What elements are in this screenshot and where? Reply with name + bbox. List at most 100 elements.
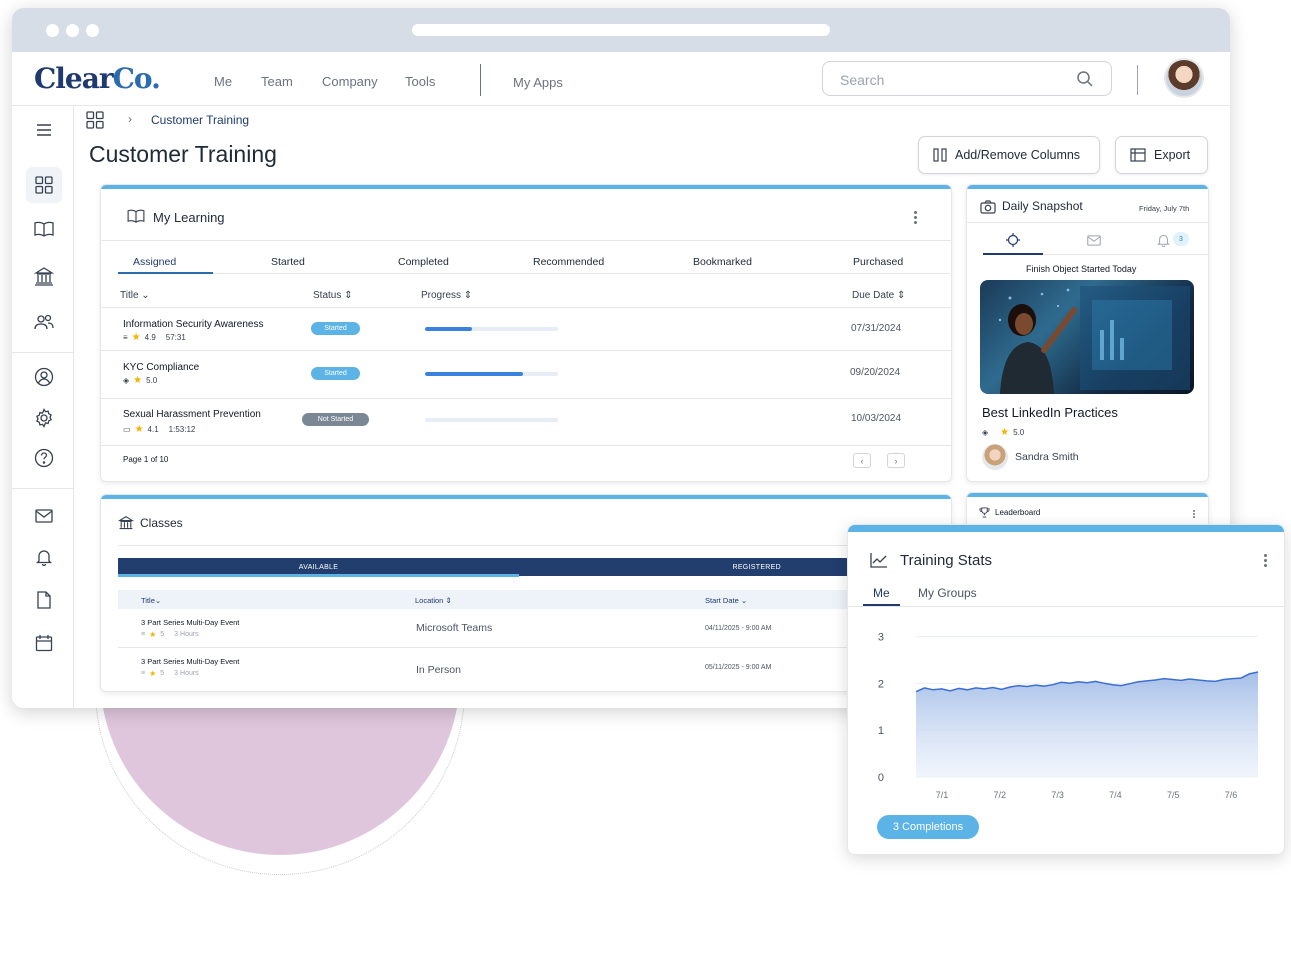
column-start-date[interactable]: Start Date ⌄: [705, 596, 747, 605]
course-title[interactable]: Information Security Awareness: [123, 319, 263, 330]
course-meta: ▭ ★ 4.1 1:53:12: [123, 424, 196, 435]
sidebar-divider: [12, 488, 74, 489]
mail-icon[interactable]: [32, 504, 56, 528]
target-icon[interactable]: [1003, 232, 1023, 248]
star-icon: ★: [133, 375, 143, 386]
user-avatar[interactable]: [1164, 58, 1204, 98]
tab-purchased[interactable]: Purchased: [853, 256, 903, 268]
course-meta: ≡ ★ 4.9 57:31: [123, 332, 186, 343]
logo[interactable]: ClearCo.: [34, 62, 161, 95]
class-meta: ≡ ★ 5 3 Hours: [141, 630, 199, 639]
tab-bookmarked[interactable]: Bookmarked: [693, 256, 752, 268]
nav-divider: [1137, 65, 1138, 95]
leaderboard-title: Leaderboard: [995, 508, 1041, 517]
tab-started[interactable]: Started: [271, 256, 305, 268]
column-location[interactable]: Location ⇕: [415, 596, 452, 605]
window-dot: [86, 24, 99, 37]
search-icon: [1077, 71, 1093, 87]
breadcrumb-current[interactable]: Customer Training: [151, 113, 249, 127]
tab-active-indicator: [118, 574, 519, 577]
next-page-button[interactable]: ›: [887, 453, 905, 468]
file-icon[interactable]: [32, 588, 56, 612]
status-badge: Started: [311, 322, 360, 335]
help-icon[interactable]: [32, 446, 56, 470]
calendar-icon[interactable]: [32, 631, 56, 655]
course-title[interactable]: KYC Compliance: [123, 362, 199, 373]
x-tick-label: 7/1: [936, 790, 949, 800]
browser-chrome: [12, 8, 1230, 52]
due-date: 07/31/2024: [851, 323, 902, 334]
tab-me[interactable]: Me: [873, 586, 890, 600]
more-options-icon[interactable]: [1264, 554, 1268, 567]
star-icon: ★: [149, 669, 157, 678]
window-dot: [66, 24, 79, 37]
column-status[interactable]: Status ⇕: [313, 290, 353, 301]
chart-icon: [870, 553, 887, 568]
star-icon: ★: [1000, 427, 1010, 438]
divider: [101, 398, 951, 399]
bank-icon[interactable]: [32, 264, 56, 288]
y-tick-label: 3: [878, 631, 884, 643]
tab-completed[interactable]: Completed: [398, 256, 449, 268]
column-title[interactable]: Title⌄: [141, 596, 161, 605]
top-nav: ClearCo. Me Team Company Tools My Apps S…: [12, 52, 1230, 106]
tab-active-indicator: [118, 272, 213, 274]
nav-me[interactable]: Me: [214, 74, 232, 89]
snapshot-date: Friday, July 7th: [1139, 204, 1190, 213]
star-icon: ★: [134, 424, 144, 435]
nav-tools[interactable]: Tools: [405, 74, 435, 89]
my-learning-card: [100, 184, 952, 482]
completions-badge[interactable]: 3 Completions: [877, 815, 979, 839]
series-area: [916, 672, 1258, 777]
nav-team[interactable]: Team: [261, 74, 293, 89]
tab-recommended[interactable]: Recommended: [533, 256, 604, 268]
menu-icon[interactable]: [32, 118, 56, 142]
due-date: 10/03/2024: [851, 413, 902, 424]
column-progress[interactable]: Progress ⇕: [421, 290, 472, 301]
video-icon: ▭: [123, 425, 131, 434]
profile-icon[interactable]: [32, 365, 56, 389]
author-avatar[interactable]: [982, 444, 1008, 470]
snapshot-course-title[interactable]: Best LinkedIn Practices: [982, 405, 1118, 420]
course-title[interactable]: Sexual Harassment Prevention: [123, 409, 261, 420]
column-due-date[interactable]: Due Date ⇕: [852, 290, 905, 301]
mail-icon[interactable]: [1084, 232, 1104, 248]
card-accent: [101, 185, 951, 189]
gear-icon[interactable]: [32, 406, 56, 430]
book-icon[interactable]: [32, 217, 56, 241]
divider: [101, 350, 951, 351]
dashboard-icon[interactable]: [32, 173, 56, 197]
export-button[interactable]: Export: [1115, 136, 1208, 174]
star-icon: ★: [131, 332, 141, 343]
bell-icon[interactable]: [32, 545, 56, 569]
y-tick-label: 0: [878, 772, 884, 784]
card-accent: [967, 493, 1208, 497]
column-title[interactable]: Title ⌄: [120, 290, 150, 301]
tab-registered[interactable]: REGISTERED: [519, 558, 849, 576]
url-bar[interactable]: [412, 24, 830, 36]
nav-my-apps[interactable]: My Apps: [513, 75, 563, 90]
more-options-icon[interactable]: [1193, 510, 1197, 518]
add-remove-columns-button[interactable]: Add/Remove Columns: [918, 136, 1100, 174]
search-input[interactable]: Search: [822, 61, 1112, 96]
search-placeholder: Search: [840, 72, 885, 88]
table-icon: [1130, 148, 1146, 162]
more-options-icon[interactable]: [914, 211, 918, 224]
tab-assigned[interactable]: Assigned: [133, 256, 176, 268]
divider: [848, 606, 1284, 607]
divider: [101, 307, 951, 308]
divider: [101, 445, 951, 446]
author-name[interactable]: Sandra Smith: [1015, 451, 1079, 463]
class-title[interactable]: 3 Part Series Multi-Day Event: [141, 657, 239, 666]
course-thumbnail-image[interactable]: [980, 280, 1194, 394]
class-start-date: 04/11/2025 - 9:00 AM: [705, 625, 772, 632]
users-icon[interactable]: [32, 310, 56, 334]
x-tick-label: 7/4: [1109, 790, 1122, 800]
prev-page-button[interactable]: ‹: [853, 453, 871, 468]
bell-icon[interactable]: [1153, 232, 1173, 248]
nav-company[interactable]: Company: [322, 74, 378, 89]
tab-my-groups[interactable]: My Groups: [918, 586, 977, 600]
class-title[interactable]: 3 Part Series Multi-Day Event: [141, 618, 239, 627]
classes-title: Classes: [140, 516, 183, 530]
breadcrumb-home-icon[interactable]: [86, 111, 104, 129]
